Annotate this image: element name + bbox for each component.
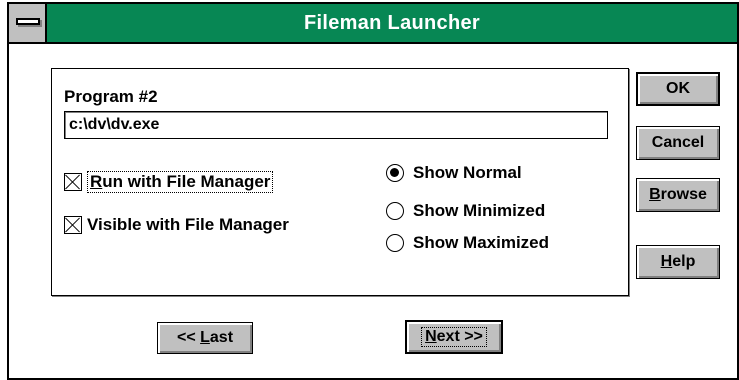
- program-group-box: Program #2 Run with File Manager Visible…: [51, 68, 629, 296]
- show-minimized-radio[interactable]: Show Minimized: [386, 201, 545, 221]
- show-normal-label: Show Normal: [413, 163, 522, 182]
- show-maximized-radio[interactable]: Show Maximized: [386, 233, 549, 253]
- browse-button[interactable]: Browse: [636, 178, 720, 212]
- last-button[interactable]: << Last: [157, 322, 253, 354]
- visible-with-file-manager-checkbox[interactable]: Visible with File Manager: [64, 215, 289, 235]
- cancel-button[interactable]: Cancel: [636, 126, 720, 160]
- title-bar[interactable]: Fileman Launcher: [9, 4, 737, 44]
- visible-with-file-manager-label: Visible with File Manager: [87, 215, 289, 234]
- run-with-file-manager-checkbox-box[interactable]: [64, 173, 82, 191]
- fileman-launcher-dialog: Fileman Launcher Program #2 Run with Fil…: [7, 2, 739, 380]
- help-button[interactable]: Help: [636, 245, 720, 279]
- ok-button[interactable]: OK: [636, 72, 720, 106]
- run-with-file-manager-label: Run with File Manager: [87, 171, 274, 193]
- show-normal-radio-circle[interactable]: [386, 164, 404, 182]
- show-maximized-radio-circle[interactable]: [386, 234, 404, 252]
- window-title: Fileman Launcher: [304, 12, 480, 34]
- next-button[interactable]: Next >>: [405, 320, 503, 354]
- system-menu-icon: [16, 18, 40, 25]
- show-minimized-label: Show Minimized: [413, 201, 546, 220]
- system-menu-button[interactable]: [9, 4, 47, 42]
- show-normal-radio[interactable]: Show Normal: [386, 163, 522, 183]
- visible-with-file-manager-checkbox-box[interactable]: [64, 216, 82, 234]
- program-path-input[interactable]: [64, 111, 608, 139]
- show-minimized-radio-circle[interactable]: [386, 202, 404, 220]
- run-with-file-manager-checkbox[interactable]: Run with File Manager: [64, 171, 274, 193]
- program-label: Program #2: [64, 87, 158, 106]
- show-maximized-label: Show Maximized: [413, 233, 550, 252]
